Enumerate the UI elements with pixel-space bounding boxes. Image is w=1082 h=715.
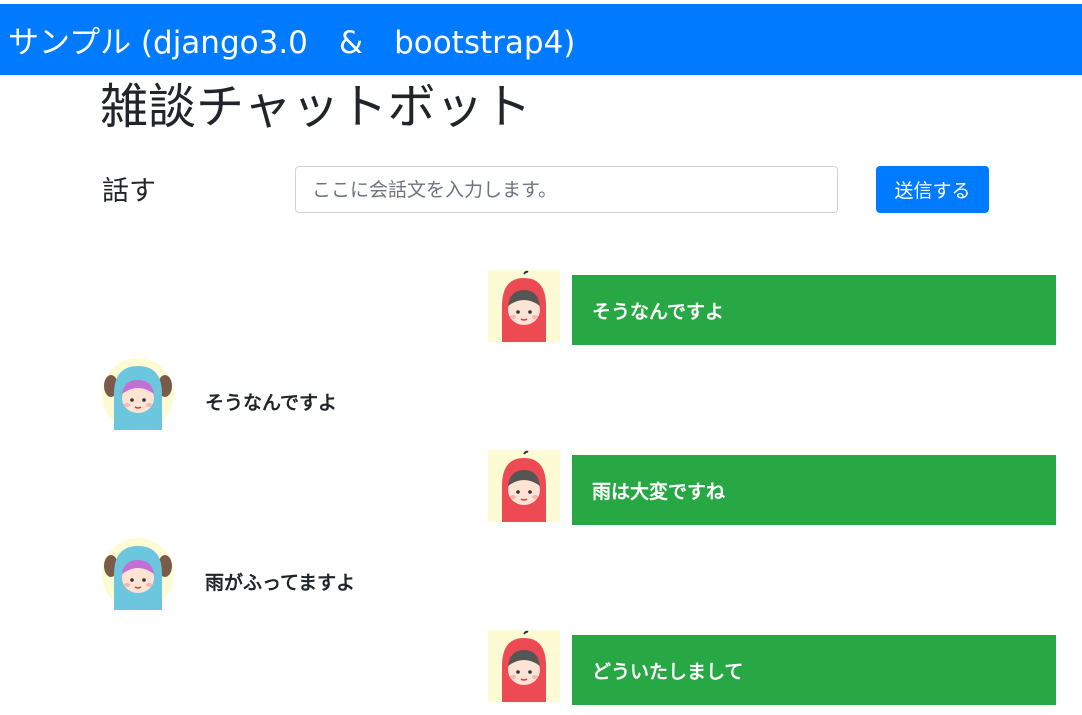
bot-message-bubble: 雨は大変ですね xyxy=(572,455,1056,525)
talk-label: 話す xyxy=(102,176,156,207)
send-button[interactable]: 送信する xyxy=(876,166,989,213)
navbar-brand[interactable]: サンプル (django3.0 & bootstrap4) xyxy=(8,17,575,62)
navbar: サンプル (django3.0 & bootstrap4) xyxy=(0,4,1082,75)
blue-dog-hood-girl-icon xyxy=(102,538,174,610)
blue-dog-hood-girl-icon xyxy=(102,358,174,430)
user-message-text: そうなんですよ xyxy=(205,392,338,414)
message-input[interactable] xyxy=(295,166,838,213)
page-title: 雑談チャットボット xyxy=(100,79,532,135)
user-message-text: 雨がふってますよ xyxy=(205,572,356,594)
red-hood-girl-icon xyxy=(488,270,560,342)
red-hood-girl-icon xyxy=(488,630,560,702)
bot-message-bubble: そうなんですよ xyxy=(572,275,1056,345)
red-hood-girl-icon xyxy=(488,450,560,522)
bot-message-bubble: どういたしまして xyxy=(572,635,1056,705)
